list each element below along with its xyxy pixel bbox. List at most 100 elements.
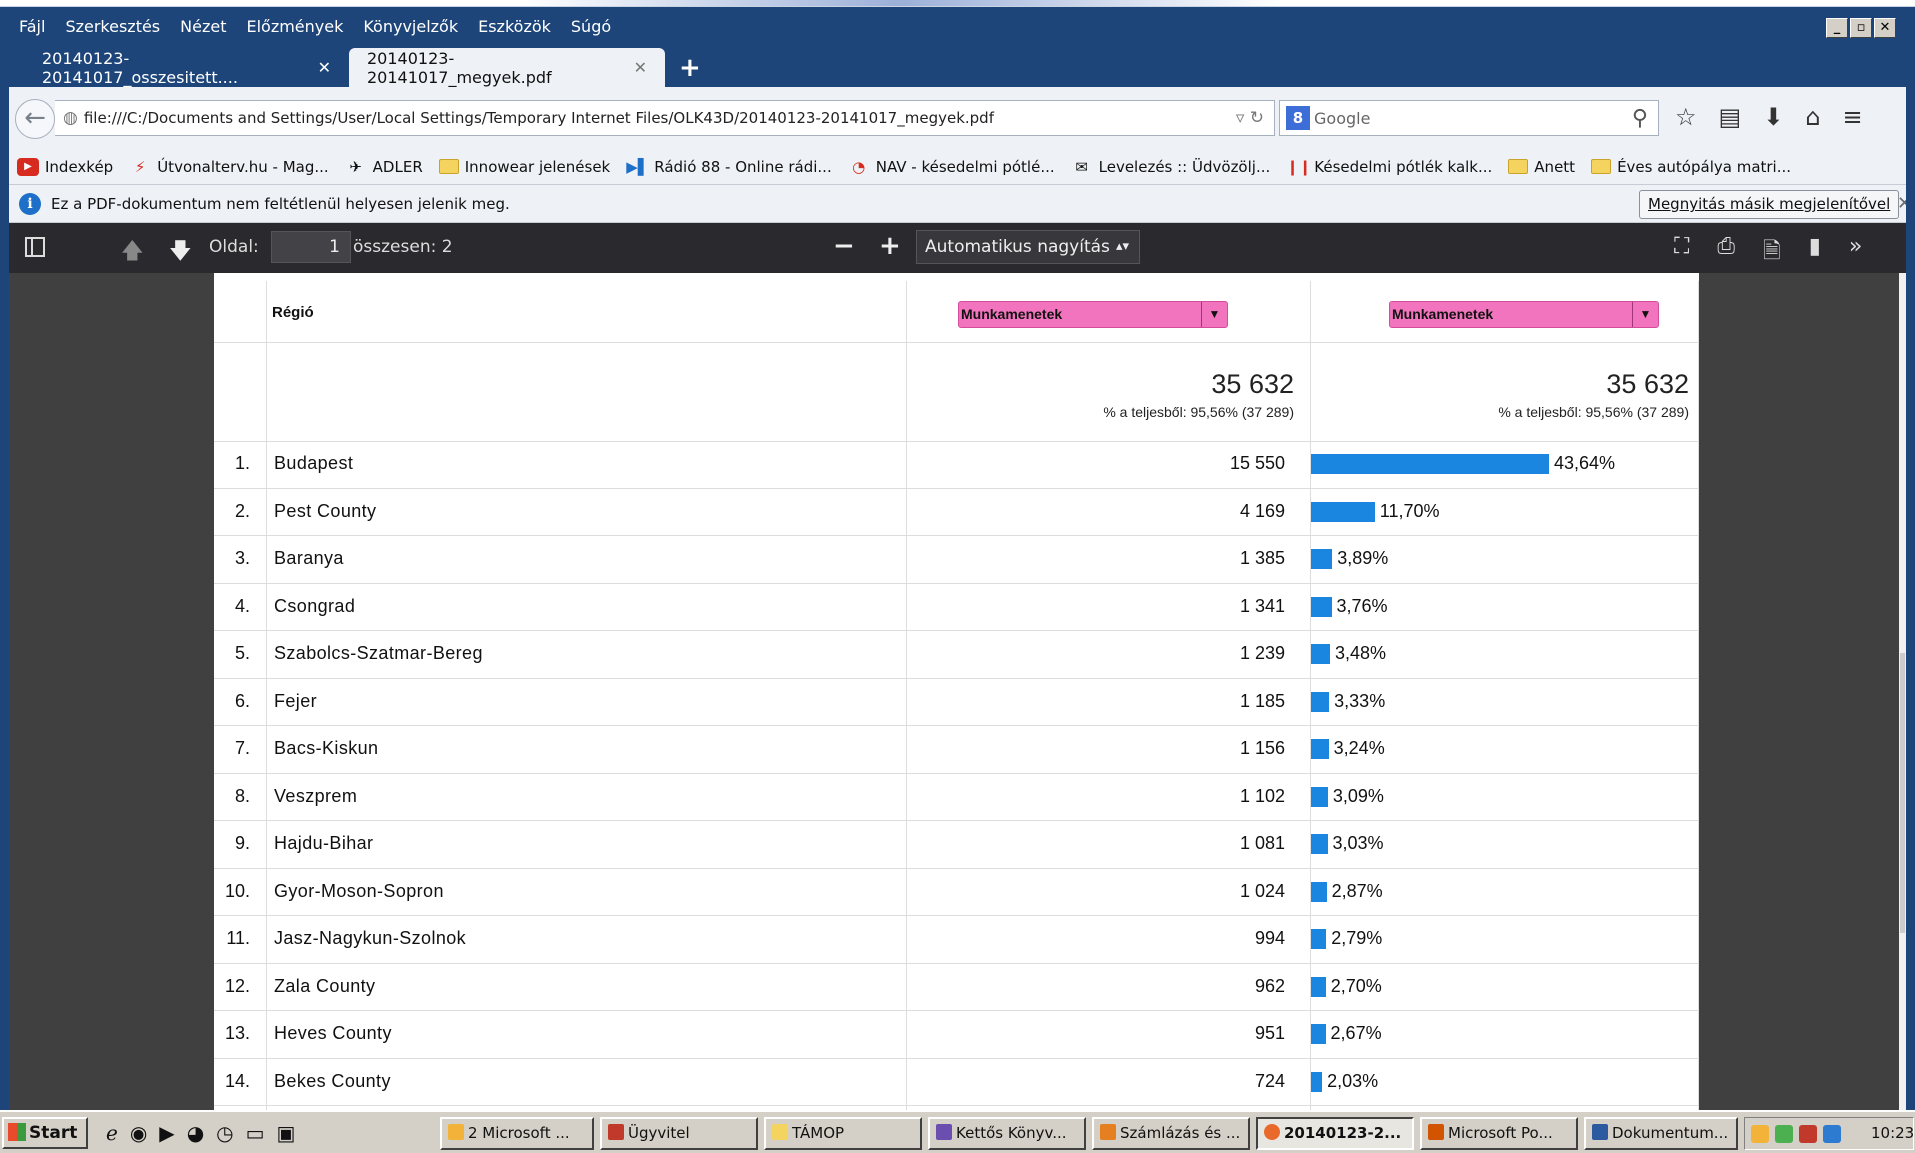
taskbar-button-kettos[interactable]: Kettős Könyv... (928, 1117, 1086, 1150)
total-subtext: % a teljesből: 95,56% (37 289) (1498, 404, 1689, 420)
back-button[interactable]: ← (15, 99, 55, 139)
zoom-select[interactable]: Automatikus nagyítás ▴▾ (916, 230, 1140, 264)
next-page-icon[interactable]: 🡇 (169, 234, 192, 272)
taskbar-button-word[interactable]: Dokumentum... (1584, 1117, 1738, 1150)
tab-megyek[interactable]: 20140123-20141017_megyek.pdf ✕ (349, 48, 665, 87)
restore-button[interactable]: ▫ (1850, 18, 1872, 38)
menu-history[interactable]: Előzmények (236, 17, 353, 36)
tab-osszesitett[interactable]: 20140123-20141017_osszesitett.... ✕ (9, 48, 349, 87)
menu-tools[interactable]: Eszközök (468, 17, 561, 36)
print-icon[interactable]: ⎙ (1717, 234, 1735, 272)
sessions-value: 1 185 (1239, 690, 1285, 711)
folder-icon (1591, 159, 1612, 174)
minimize-button[interactable]: _ (1826, 18, 1848, 38)
new-tab-button[interactable]: + (679, 52, 701, 84)
star-icon[interactable]: ☆ (1675, 103, 1697, 131)
menu-bookmarks[interactable]: Könyvjelzők (353, 17, 468, 36)
pdf-viewer[interactable]: Régió Munkamenetek ▼ Munkamenetek ▼ 35 632… (9, 273, 1899, 1110)
ie-icon[interactable]: ℯ (106, 1121, 118, 1145)
sessions-value: 1 341 (1239, 595, 1285, 616)
tray-clock-icon[interactable] (1751, 1125, 1769, 1143)
zoom-in-button[interactable]: + (879, 231, 901, 261)
tray-security-icon[interactable] (1799, 1125, 1817, 1143)
start-button[interactable]: Start (2, 1117, 88, 1149)
sessions-percent: 3,33% (1334, 690, 1386, 711)
table-row: 9. Hajdu-Bihar 1 081 3,03% (214, 821, 1699, 869)
tab-close-icon[interactable]: ✕ (318, 58, 331, 77)
table-row: 3. Baranya 1 385 3,89% (214, 536, 1699, 584)
fullscreen-icon[interactable]: ⛶ (1674, 234, 1689, 272)
bookmark-label: Késedelmi pótlék kalk... (1314, 157, 1493, 176)
tab-close-icon[interactable]: ✕ (634, 58, 647, 77)
tray-network-icon[interactable] (1775, 1125, 1793, 1143)
row-index: 11. (226, 928, 250, 948)
metric-selector-1[interactable]: Munkamenetek ▼ (958, 301, 1228, 328)
download-icon[interactable]: ⬇ (1763, 103, 1783, 131)
clock-app-icon[interactable]: ◷ (216, 1121, 233, 1145)
screen-top-edge (0, 0, 1915, 7)
sidebar-toggle-icon[interactable] (25, 237, 45, 257)
menu-icon[interactable]: ≡ (1843, 103, 1863, 131)
tray-monitor-icon[interactable] (1823, 1125, 1841, 1143)
taskbar-button-microsoft[interactable]: 2 Microsoft ... (440, 1117, 594, 1150)
zoom-out-button[interactable]: − (833, 231, 855, 261)
taskbar-button-ugyvitel[interactable]: Ügyvitel (600, 1117, 758, 1150)
metric-selector-2[interactable]: Munkamenetek ▼ (1389, 301, 1659, 328)
previous-page-icon[interactable]: 🡅 (121, 234, 144, 272)
open-with-other-viewer-button[interactable]: Megnyitás másik megjelenítővel (1639, 190, 1900, 219)
url-bar[interactable]: ◍ file:///C:/Documents and Settings/User… (55, 100, 1275, 136)
menu-view[interactable]: Nézet (170, 17, 236, 36)
bookmark-anett[interactable]: Anett (1508, 158, 1575, 176)
bookmark-autopalya[interactable]: Éves autópálya matri... (1591, 158, 1791, 176)
page-number-input[interactable]: 1 (271, 231, 351, 263)
bookmark-indexkep[interactable]: ▶ Indexkép (17, 157, 113, 176)
quick-launch: ℯ ◉ ▶ ◕ ◷ ▭ ▣ (106, 1121, 295, 1145)
bookmark-kesedelmi[interactable]: ❙❙ Késedelmi pótlék kalk... (1286, 158, 1492, 176)
taskbar-button-tamop[interactable]: TÁMOP (764, 1117, 922, 1150)
taskbar-label: Számlázás és ... (1120, 1124, 1241, 1142)
firefox-icon[interactable]: ◕ (187, 1121, 204, 1145)
nav-icon: ◔ (852, 157, 866, 176)
media-icon[interactable]: ▶ (159, 1121, 174, 1145)
search-input[interactable]: Google (1314, 109, 1370, 128)
bookmark-radio88[interactable]: ▶▌ Rádió 88 - Online rádi... (626, 158, 831, 176)
sessions-percent: 3,24% (1333, 738, 1385, 758)
bookmark-label: Levelezés :: Üdvözölj... (1098, 157, 1271, 176)
menu-help[interactable]: Súgó (561, 17, 621, 36)
scrollbar-thumb[interactable] (1900, 653, 1905, 933)
dropdown-arrow-icon[interactable]: ▼ (1201, 302, 1227, 327)
page-total: összesen: 2 (353, 237, 453, 257)
taskbar-button-szamlazas[interactable]: Számlázás és ... (1092, 1117, 1250, 1150)
search-bar[interactable]: 8 Google ⚲ (1279, 100, 1659, 136)
home-icon[interactable]: ⌂ (1805, 103, 1820, 131)
browser-icon[interactable]: ◉ (130, 1121, 147, 1145)
dropdown-arrow-icon[interactable]: ▼ (1632, 302, 1658, 327)
menu-edit[interactable]: Szerkesztés (55, 17, 170, 36)
taskbar-button-firefox-pdf[interactable]: 20140123-2... (1256, 1117, 1414, 1150)
more-tools-icon[interactable]: » (1849, 234, 1862, 272)
bookmark-innowear[interactable]: Innowear jelenések (438, 158, 610, 176)
menu-file[interactable]: Fájl (9, 17, 55, 36)
clock: 10:23 (1871, 1124, 1915, 1142)
bookmark-nav[interactable]: ◔ NAV - késedelmi pótlé... (848, 157, 1054, 176)
close-window-button[interactable]: ✕ (1874, 18, 1896, 38)
taskbar-button-powerpoint[interactable]: Microsoft Po... (1420, 1117, 1578, 1150)
bookmark-utvonalterv[interactable]: ⚡ Útvonalterv.hu - Mag... (129, 158, 329, 176)
search-engine-icon[interactable]: 8 (1286, 106, 1310, 130)
reload-icon[interactable]: ▿ ↻ (1236, 108, 1264, 128)
globe-icon: ◍ (63, 108, 78, 128)
bookmark-icon[interactable]: ▮ (1809, 234, 1821, 272)
reading-list-icon[interactable]: ▤ (1719, 103, 1742, 131)
vertical-scrollbar[interactable] (1899, 273, 1906, 1110)
bookmark-adler[interactable]: ✈ ADLER (345, 158, 422, 176)
save-icon[interactable]: 🗎 (1763, 234, 1781, 272)
sessions-percent: 3,09% (1332, 785, 1384, 806)
region-column-header: Régió (272, 304, 314, 321)
folder-icon[interactable]: ▭ (246, 1121, 265, 1145)
floppy-icon[interactable]: ▣ (277, 1121, 296, 1145)
sessions-bar (1311, 596, 1332, 617)
bookmark-levelezes[interactable]: ✉ Levelezés :: Üdvözölj... (1071, 157, 1271, 176)
folder-icon (438, 159, 459, 174)
search-icon[interactable]: ⚲ (1632, 106, 1648, 131)
row-index: 12. (224, 975, 250, 996)
